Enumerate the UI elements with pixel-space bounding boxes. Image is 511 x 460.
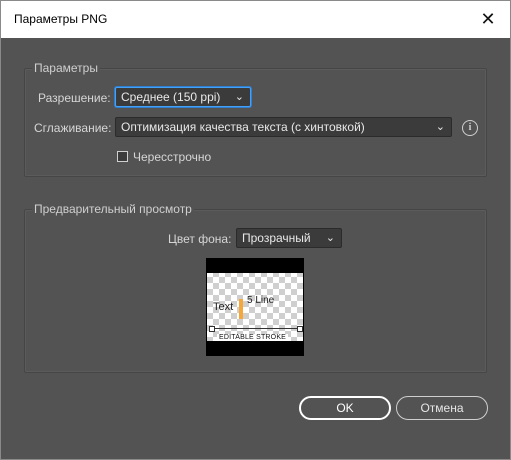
bg-color-select[interactable]: Прозрачный ⌄ [236,228,342,248]
title-bar[interactable]: Параметры PNG ✕ [1,1,510,38]
preview-thumbnail: Text 5 Line EDITABLE STROKE [206,258,304,356]
preview-handle-left [209,326,215,332]
preview-text: Text [213,301,234,313]
preview-orange-bar [239,299,243,319]
preview-handle-right [297,326,303,332]
bg-color-value: Прозрачный [242,231,311,245]
resolution-label: Разрешение: [38,91,111,105]
close-icon: ✕ [480,9,496,29]
interlaced-checkbox[interactable] [117,151,128,162]
preview-bottom-band [207,341,303,355]
info-icon[interactable]: i [462,120,478,136]
resolution-select[interactable]: Среднее (150 ppi) ⌄ [115,87,251,107]
interlaced-label[interactable]: Чересстрочно [133,150,211,164]
bg-color-label: Цвет фона: [168,232,232,246]
close-button[interactable]: ✕ [466,1,510,38]
ok-button[interactable]: OK [299,396,391,420]
antialias-label: Сглаживание: [34,121,112,135]
chevron-down-icon: ⌄ [435,121,445,133]
parameters-legend: Параметры [32,61,100,75]
chevron-down-icon: ⌄ [234,91,244,103]
preview-baseline [211,328,303,329]
preview-editable-stroke: EDITABLE STROKE [217,334,289,341]
resolution-value: Среднее (150 ppi) [121,90,221,104]
chevron-down-icon: ⌄ [325,232,335,244]
preview-top-band [207,259,303,273]
window-title: Параметры PNG [14,12,108,26]
antialias-value: Оптимизация качества текста (с хинтовкой… [121,120,365,134]
preview-line-text: 5 Line [247,295,275,306]
png-options-dialog: Параметры PNG ✕ Параметры Разрешение: Ср… [0,0,511,460]
antialias-select[interactable]: Оптимизация качества текста (с хинтовкой… [115,117,452,137]
cancel-button[interactable]: Отмена [396,396,488,420]
preview-legend: Предварительный просмотр [32,202,194,216]
